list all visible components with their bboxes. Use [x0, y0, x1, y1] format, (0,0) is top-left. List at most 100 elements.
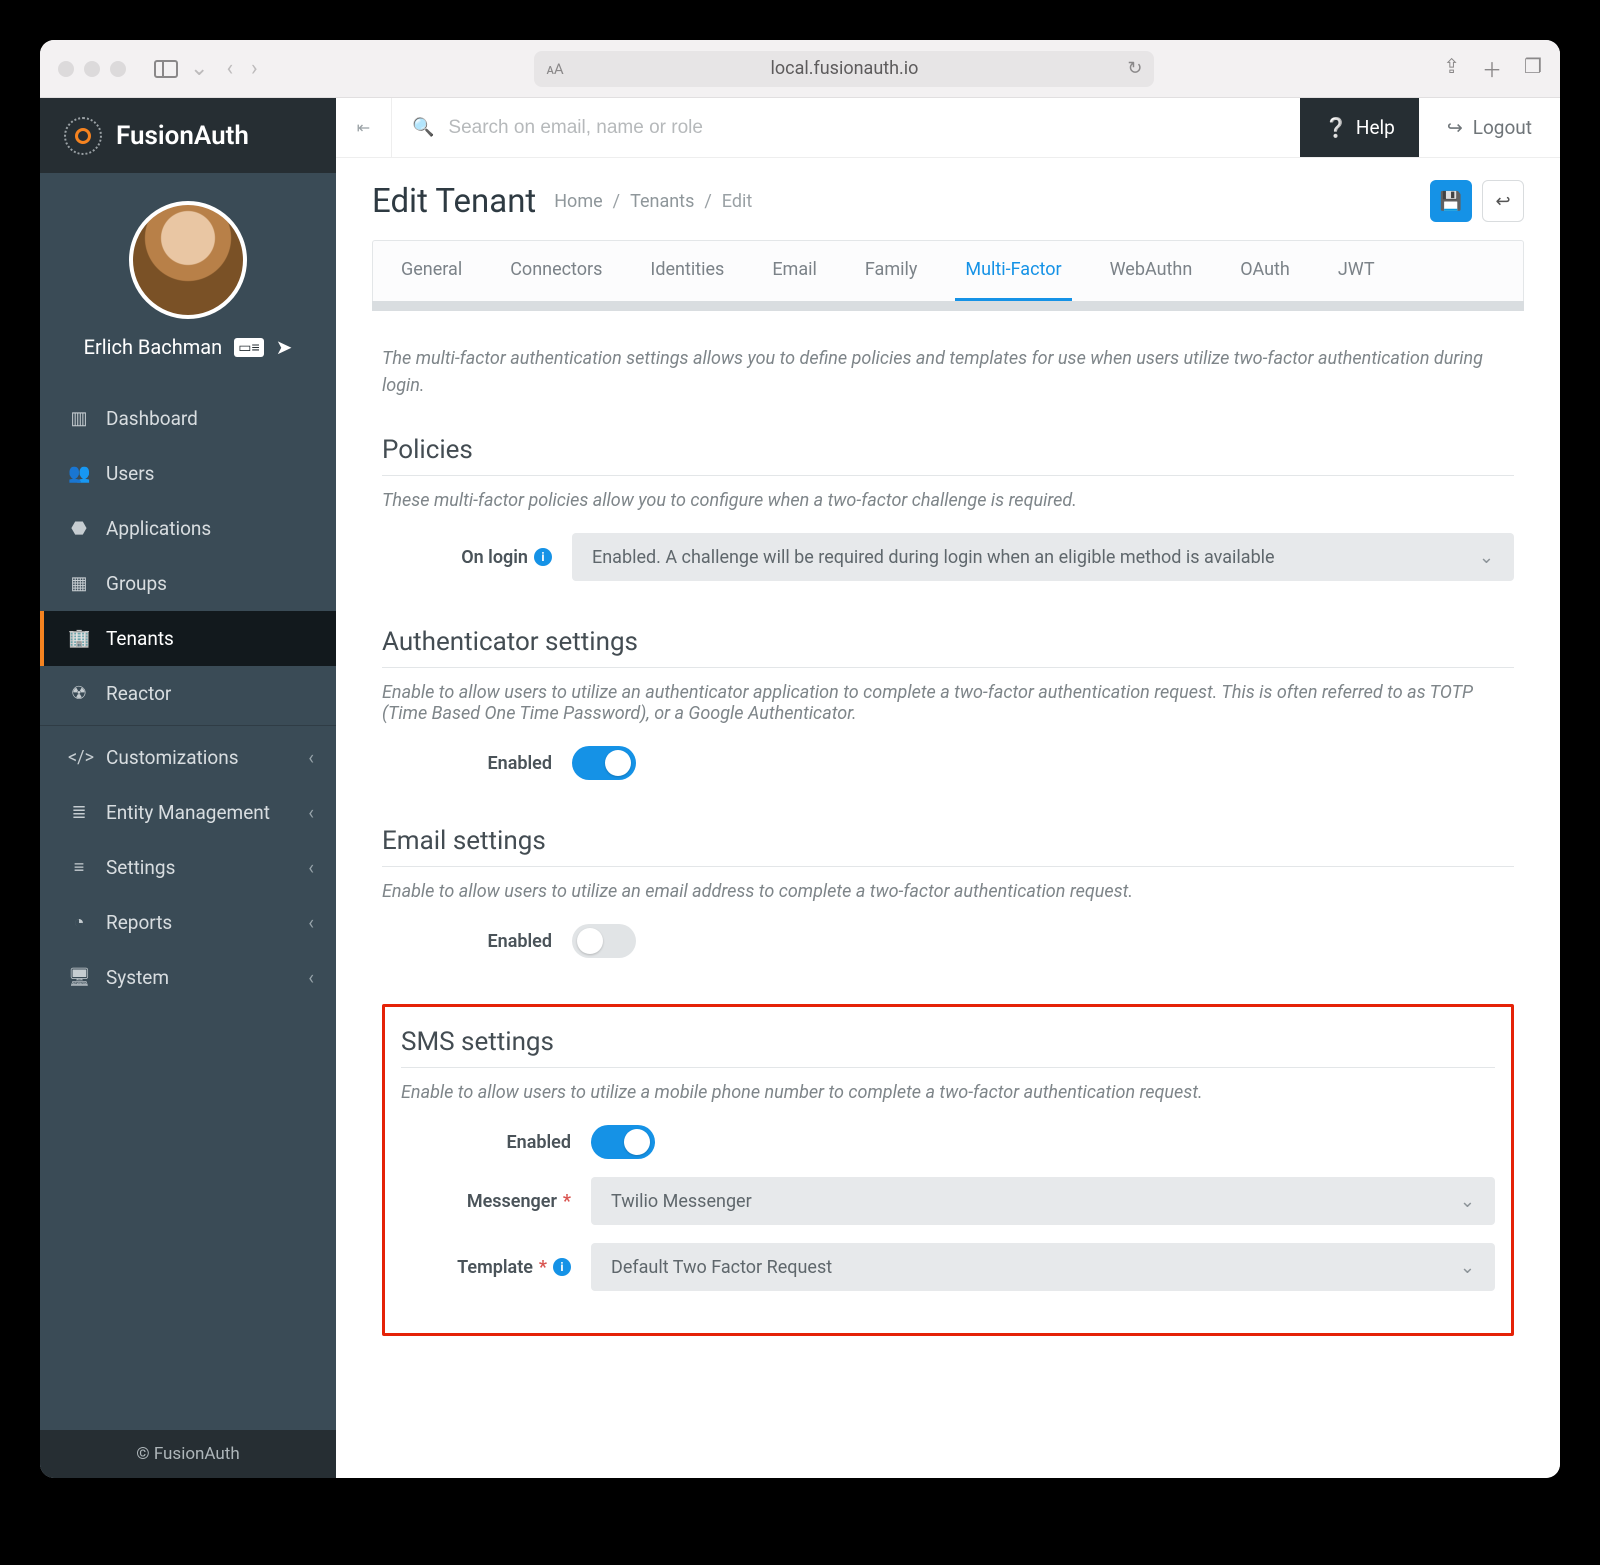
collapse-sidebar-button[interactable]: ⇤ — [336, 98, 392, 157]
chevron-down-icon: ⌄ — [1460, 1257, 1475, 1278]
logout-icon: ↪ — [1447, 116, 1463, 139]
close-dot[interactable] — [58, 61, 74, 77]
field-sms-template: Template * i Default Two Factor Request ⌄ — [401, 1243, 1495, 1291]
new-tab-icon[interactable]: ＋ — [1482, 54, 1502, 83]
vcard-icon[interactable]: ▭≡ — [234, 338, 263, 357]
maximize-dot[interactable] — [110, 61, 126, 77]
minimize-dot[interactable] — [84, 61, 100, 77]
sidebar-item-applications[interactable]: ⬣ Applications — [40, 501, 336, 556]
chevron-left-icon: ‹ — [308, 801, 314, 824]
sidebar-item-dashboard[interactable]: ▥ Dashboard — [40, 391, 336, 446]
sms-template-label-text: Template — [457, 1257, 533, 1278]
sidebar-toggle-icon[interactable] — [154, 60, 178, 78]
sidebar-item-entity-management[interactable]: ≣ Entity Management ‹ — [40, 785, 336, 840]
back-button[interactable]: ↩ — [1482, 180, 1524, 222]
authenticator-enabled-label: Enabled — [382, 753, 552, 774]
sidebar-item-reports[interactable]: ◔ Reports ‹ — [40, 895, 336, 950]
user-name: Erlich Bachman — [84, 335, 223, 359]
building-icon: 🏢 — [68, 628, 90, 649]
reactor-icon: ☢ — [68, 683, 90, 704]
on-login-value: Enabled. A challenge will be required du… — [592, 547, 1275, 568]
sms-messenger-value: Twilio Messenger — [611, 1191, 752, 1212]
tab-identities[interactable]: Identities — [640, 241, 734, 301]
share-icon[interactable]: ⇪ — [1443, 54, 1460, 83]
nav-back-icon[interactable]: ‹ — [220, 56, 239, 81]
tabs-icon[interactable]: ❐ — [1524, 54, 1542, 83]
code-icon: </> — [68, 747, 90, 768]
user-name-row: Erlich Bachman ▭≡ ➤ — [40, 335, 336, 359]
text-size-icon[interactable]: ᴀA — [546, 60, 563, 78]
tab-oauth[interactable]: OAuth — [1230, 241, 1300, 301]
email-enabled-toggle[interactable] — [572, 924, 636, 958]
sidebar-item-label: System — [106, 966, 169, 989]
brand-text: FusionAuth — [116, 121, 249, 151]
info-icon[interactable]: i — [534, 548, 552, 566]
chevron-left-icon: ‹ — [308, 966, 314, 989]
sidebar-item-tenants[interactable]: 🏢 Tenants — [40, 611, 336, 666]
breadcrumb: Home / Tenants / Edit — [554, 191, 752, 212]
tab-general[interactable]: General — [391, 241, 472, 301]
search-input[interactable] — [448, 117, 1280, 139]
chevron-down-icon[interactable]: ⌄ — [184, 56, 214, 81]
window-controls — [58, 61, 126, 77]
field-authenticator-enabled: Enabled — [382, 746, 1514, 780]
sidebar-item-customizations[interactable]: </> Customizations ‹ — [40, 730, 336, 785]
field-sms-messenger: Messenger* Twilio Messenger ⌄ — [401, 1177, 1495, 1225]
sms-title: SMS settings — [401, 1027, 1495, 1068]
sliders-icon: ≡ — [68, 857, 90, 878]
help-icon: ❔ — [1324, 116, 1348, 139]
on-login-select[interactable]: Enabled. A challenge will be required du… — [572, 533, 1514, 581]
help-button[interactable]: ❔ Help — [1300, 98, 1419, 157]
url-bar[interactable]: ᴀA local.fusionauth.io ↻ — [534, 51, 1154, 87]
save-button[interactable]: 💾 — [1430, 180, 1472, 222]
sidebar-item-settings[interactable]: ≡ Settings ‹ — [40, 840, 336, 895]
toolbar-right: ⇪ ＋ ❐ — [1443, 54, 1542, 83]
sms-desc: Enable to allow users to utilize a mobil… — [401, 1082, 1495, 1103]
section-sms-highlight: SMS settings Enable to allow users to ut… — [382, 1004, 1514, 1336]
required-star: * — [539, 1257, 547, 1278]
location-arrow-icon[interactable]: ➤ — [276, 335, 293, 359]
refresh-icon[interactable]: ↻ — [1127, 58, 1142, 79]
section-email: Email settings Enable to allow users to … — [382, 826, 1514, 958]
page-header: Edit Tenant Home / Tenants / Edit 💾 ↩ — [336, 158, 1560, 240]
sidebar-item-groups[interactable]: ▦ Groups — [40, 556, 336, 611]
tab-jwt[interactable]: JWT — [1328, 241, 1385, 301]
chevron-left-icon: ‹ — [308, 746, 314, 769]
tab-connectors[interactable]: Connectors — [500, 241, 612, 301]
groups-icon: ▦ — [68, 573, 90, 594]
tab-email[interactable]: Email — [762, 241, 827, 301]
chevron-down-icon: ⌄ — [1479, 547, 1494, 568]
crumb-sep: / — [704, 191, 711, 212]
section-authenticator: Authenticator settings Enable to allow u… — [382, 627, 1514, 780]
tabs: General Connectors Identities Email Fami… — [372, 240, 1524, 301]
section-sms: SMS settings Enable to allow users to ut… — [401, 1027, 1495, 1291]
sidebar-item-system[interactable]: 🖥 System ‹ — [40, 950, 336, 1005]
sms-template-label: Template * i — [401, 1257, 571, 1278]
nav-forward-icon[interactable]: › — [245, 56, 264, 81]
nav: ▥ Dashboard 👥 Users ⬣ Applications ▦ Gro… — [40, 379, 336, 1005]
crumb-home[interactable]: Home — [554, 191, 602, 212]
email-desc: Enable to allow users to utilize an emai… — [382, 881, 1514, 902]
tab-family[interactable]: Family — [855, 241, 928, 301]
sms-enabled-toggle[interactable] — [591, 1125, 655, 1159]
browser-window: ⌄ ‹ › ᴀA local.fusionauth.io ↻ ⇪ ＋ ❐ Fus… — [40, 40, 1560, 1478]
info-icon[interactable]: i — [553, 1258, 571, 1276]
logout-button[interactable]: ↪ Logout — [1419, 98, 1560, 157]
sidebar-item-label: Groups — [106, 572, 167, 595]
sms-enabled-label: Enabled — [401, 1132, 571, 1153]
main: ⇤ 🔍 ❔ Help ↪ Logout Edit Tenant Home — [336, 98, 1560, 1478]
avatar[interactable] — [129, 201, 247, 319]
sms-messenger-select[interactable]: Twilio Messenger ⌄ — [591, 1177, 1495, 1225]
brand[interactable]: FusionAuth — [40, 98, 336, 173]
tab-multifactor[interactable]: Multi-Factor — [955, 241, 1071, 301]
sidebar-item-reactor[interactable]: ☢ Reactor — [40, 666, 336, 721]
sidebar-item-label: Dashboard — [106, 407, 198, 430]
users-icon: 👥 — [68, 463, 90, 484]
authenticator-enabled-toggle[interactable] — [572, 746, 636, 780]
database-icon: ≣ — [68, 802, 90, 823]
monitor-icon: 🖥 — [68, 967, 90, 988]
crumb-tenants[interactable]: Tenants — [630, 191, 694, 212]
tab-webauthn[interactable]: WebAuthn — [1100, 241, 1203, 301]
sidebar-item-users[interactable]: 👥 Users — [40, 446, 336, 501]
sms-template-select[interactable]: Default Two Factor Request ⌄ — [591, 1243, 1495, 1291]
